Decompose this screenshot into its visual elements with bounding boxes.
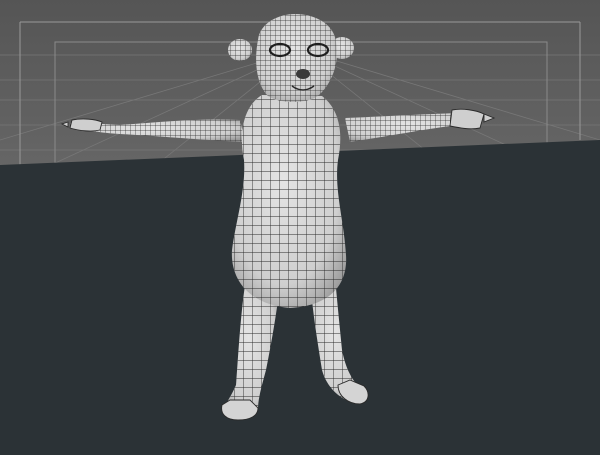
3d-viewport[interactable] (0, 0, 600, 455)
nose (296, 69, 310, 79)
viewport-canvas[interactable] (0, 0, 600, 455)
left-foot[interactable] (221, 399, 259, 421)
torso[interactable] (231, 95, 347, 308)
